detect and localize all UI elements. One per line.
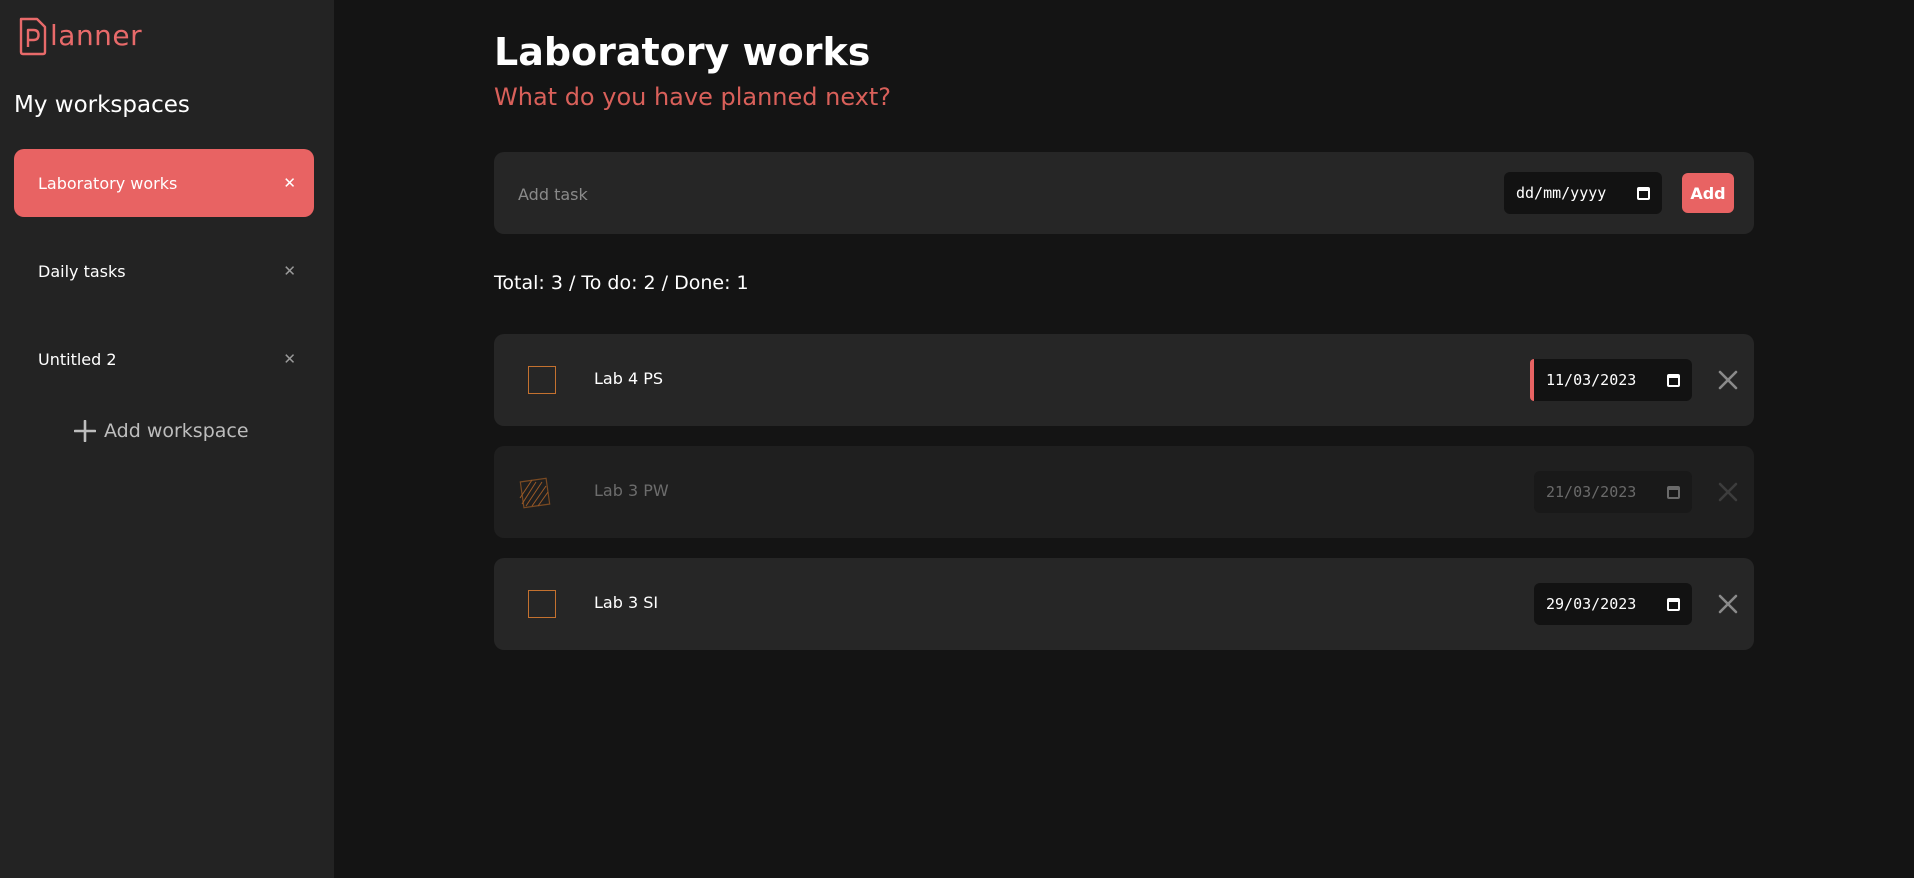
plus-icon xyxy=(74,420,96,442)
checked-checkbox-icon[interactable] xyxy=(516,470,560,514)
task-date-value: 29/03/2023 xyxy=(1546,595,1637,613)
task-date-input[interactable]: 11/03/2023 xyxy=(1530,359,1692,401)
add-task-input[interactable] xyxy=(516,178,1420,210)
workspace-label: Untitled 2 xyxy=(38,349,117,369)
task-item: Lab 3 PW 21/03/2023 xyxy=(494,446,1754,538)
add-workspace-label: Add workspace xyxy=(104,420,249,442)
calendar-icon[interactable] xyxy=(1637,186,1650,200)
calendar-icon[interactable] xyxy=(1667,373,1680,387)
task-stats: Total: 3 / To do: 2 / Done: 1 xyxy=(494,272,749,294)
page-subtitle: What do you have planned next? xyxy=(494,83,892,111)
calendar-icon[interactable] xyxy=(1667,597,1680,611)
task-date-input[interactable]: 21/03/2023 xyxy=(1534,471,1692,513)
task-item: Lab 4 PS 11/03/2023 xyxy=(494,334,1754,426)
task-checkbox[interactable] xyxy=(528,590,556,618)
calendar-icon[interactable] xyxy=(1667,485,1680,499)
delete-task-icon[interactable] xyxy=(1712,588,1744,620)
app-logo[interactable]: lanner xyxy=(18,14,142,58)
task-label: Lab 3 SI xyxy=(594,593,659,612)
workspace-label: Laboratory works xyxy=(38,173,178,193)
workspaces-heading: My workspaces xyxy=(14,92,190,118)
task-item: Lab 3 SI 29/03/2023 xyxy=(494,558,1754,650)
add-workspace-button[interactable]: Add workspace xyxy=(74,420,249,442)
add-task-date-input[interactable]: dd/mm/yyyy xyxy=(1504,172,1662,214)
task-label: Lab 4 PS xyxy=(594,369,664,388)
task-checkbox[interactable] xyxy=(528,366,556,394)
task-date-input[interactable]: 29/03/2023 xyxy=(1534,583,1692,625)
task-date-value: 11/03/2023 xyxy=(1546,371,1637,389)
close-icon[interactable]: ✕ xyxy=(283,174,296,192)
workspace-item-daily-tasks[interactable]: Daily tasks ✕ xyxy=(14,237,314,305)
add-task-button[interactable]: Add xyxy=(1682,173,1734,213)
close-icon[interactable]: ✕ xyxy=(283,350,296,368)
workspace-list: Laboratory works ✕ Daily tasks ✕ Untitle… xyxy=(14,149,314,413)
sidebar: lanner My workspaces Laboratory works ✕ … xyxy=(0,0,334,878)
close-icon[interactable]: ✕ xyxy=(283,262,296,280)
delete-task-icon[interactable] xyxy=(1712,476,1744,508)
workspace-item-untitled-2[interactable]: Untitled 2 ✕ xyxy=(14,325,314,393)
task-label: Lab 3 PW xyxy=(594,481,669,500)
logo-text: lanner xyxy=(50,19,143,52)
date-placeholder: dd/mm/yyyy xyxy=(1516,184,1607,202)
task-date-value: 21/03/2023 xyxy=(1546,483,1637,501)
workspace-label: Daily tasks xyxy=(38,261,126,281)
delete-task-icon[interactable] xyxy=(1712,364,1744,396)
page-title: Laboratory works xyxy=(494,30,871,74)
workspace-item-laboratory-works[interactable]: Laboratory works ✕ xyxy=(14,149,314,217)
logo-document-icon xyxy=(18,16,48,56)
add-task-bar: dd/mm/yyyy Add xyxy=(494,152,1754,234)
